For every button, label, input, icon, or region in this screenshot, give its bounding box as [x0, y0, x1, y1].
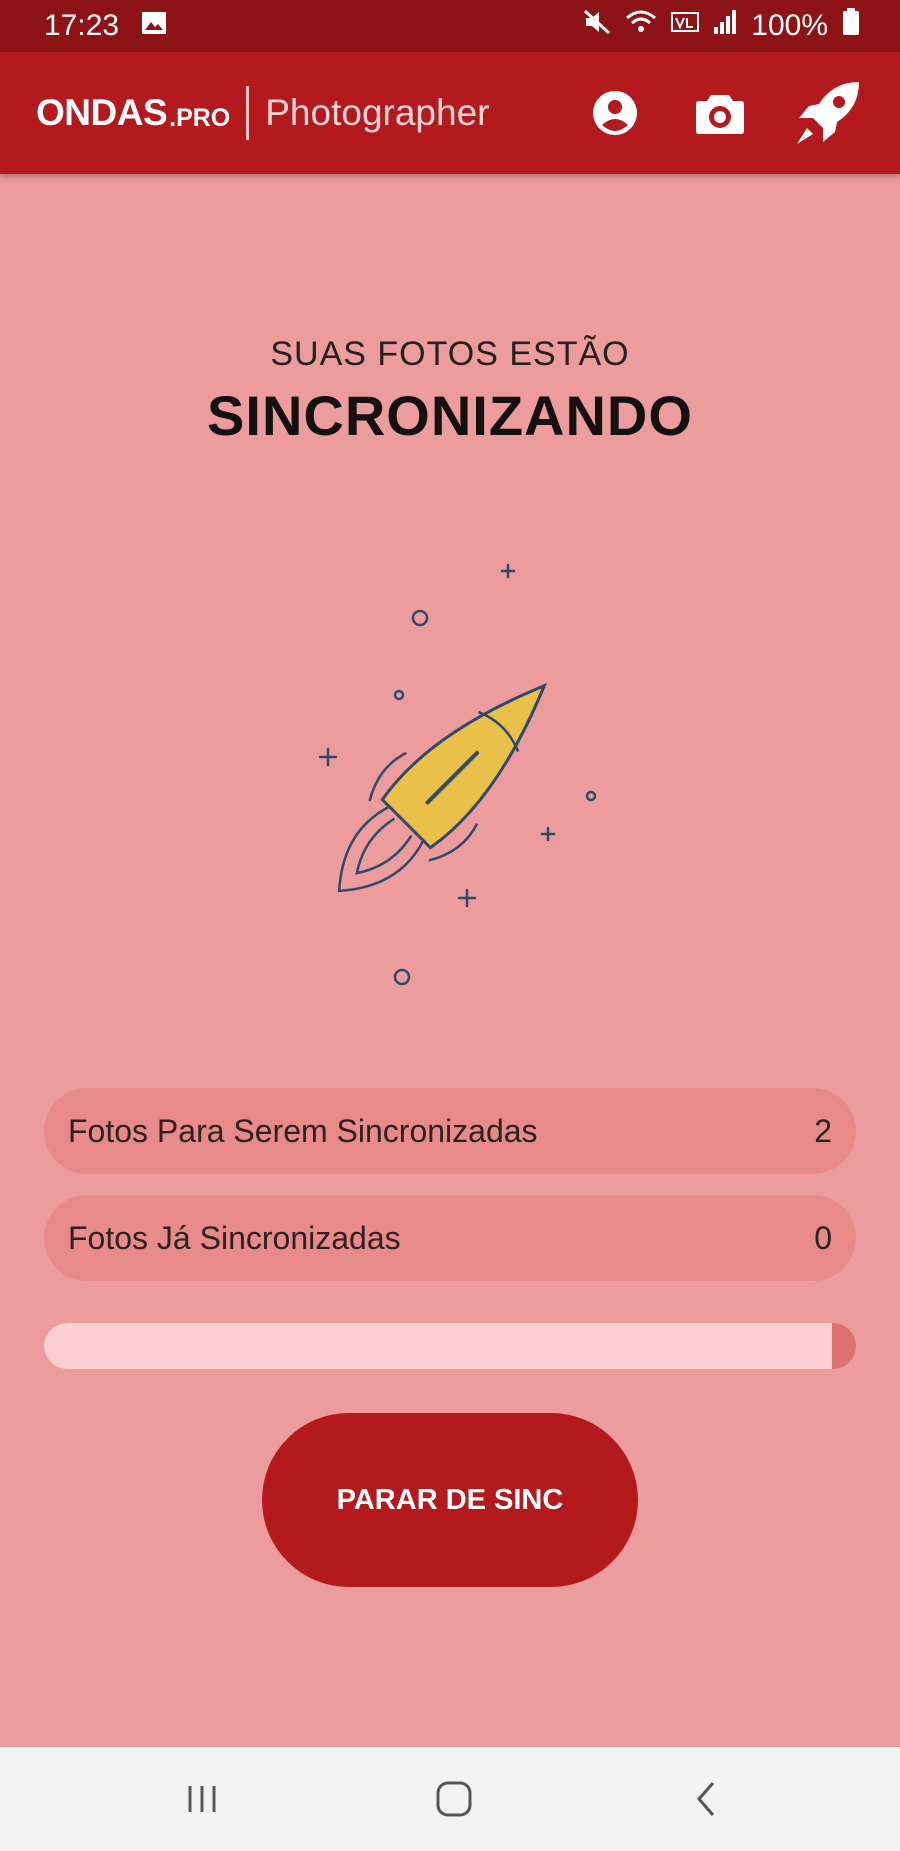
sparkle-icon	[457, 888, 477, 908]
back-icon[interactable]	[676, 1773, 736, 1825]
camera-icon[interactable]	[685, 78, 755, 148]
brand-logo: ONDAS .PRO Photographer	[36, 52, 489, 174]
recent-apps-icon[interactable]	[172, 1773, 232, 1825]
wifi-icon	[625, 9, 657, 43]
image-icon	[141, 9, 167, 43]
battery-icon	[842, 8, 860, 44]
brand-suffix: .PRO	[169, 103, 231, 132]
sparkle-icon	[318, 747, 338, 767]
brand-name: ONDAS	[36, 92, 168, 133]
sync-progress-bar	[44, 1323, 856, 1369]
stat-value-pending: 2	[814, 1112, 832, 1149]
stat-row-pending: Fotos Para Serem Sincronizadas 2	[44, 1088, 856, 1174]
status-time: 17:23	[44, 9, 120, 42]
home-icon[interactable]	[424, 1773, 484, 1825]
stat-label-pending: Fotos Para Serem Sincronizadas	[68, 1112, 538, 1149]
star-circle-icon	[393, 689, 405, 701]
brand-subtitle: Photographer	[265, 92, 490, 133]
rocket-icon[interactable]	[793, 78, 863, 148]
rocket-illustration	[300, 540, 620, 1000]
stat-row-synced: Fotos Já Sincronizadas 0	[44, 1195, 856, 1281]
headline-big: SINCRONIZANDO	[207, 384, 693, 447]
sparkle-icon	[540, 826, 556, 842]
status-bar: 17:23 100%	[0, 0, 900, 52]
signal-icon	[713, 9, 737, 43]
battery-text: 100%	[751, 9, 828, 42]
stat-value-synced: 0	[814, 1219, 832, 1256]
sync-progress-fill	[44, 1323, 832, 1369]
star-circle-icon	[393, 968, 411, 986]
headline-small: SUAS FOTOS ESTÃO	[270, 335, 630, 373]
brand-divider	[246, 86, 250, 140]
app-bar: ONDAS .PRO Photographer	[0, 52, 900, 174]
star-circle-icon	[585, 790, 597, 802]
sparkle-icon	[500, 563, 516, 579]
profile-icon[interactable]	[580, 78, 650, 148]
mute-icon	[583, 9, 611, 43]
volte-icon	[671, 9, 700, 43]
stop-sync-button[interactable]: PARAR DE SINC	[262, 1413, 638, 1587]
star-circle-icon	[411, 609, 429, 627]
stat-label-synced: Fotos Já Sincronizadas	[68, 1219, 401, 1256]
system-navigation-bar	[0, 1747, 900, 1851]
